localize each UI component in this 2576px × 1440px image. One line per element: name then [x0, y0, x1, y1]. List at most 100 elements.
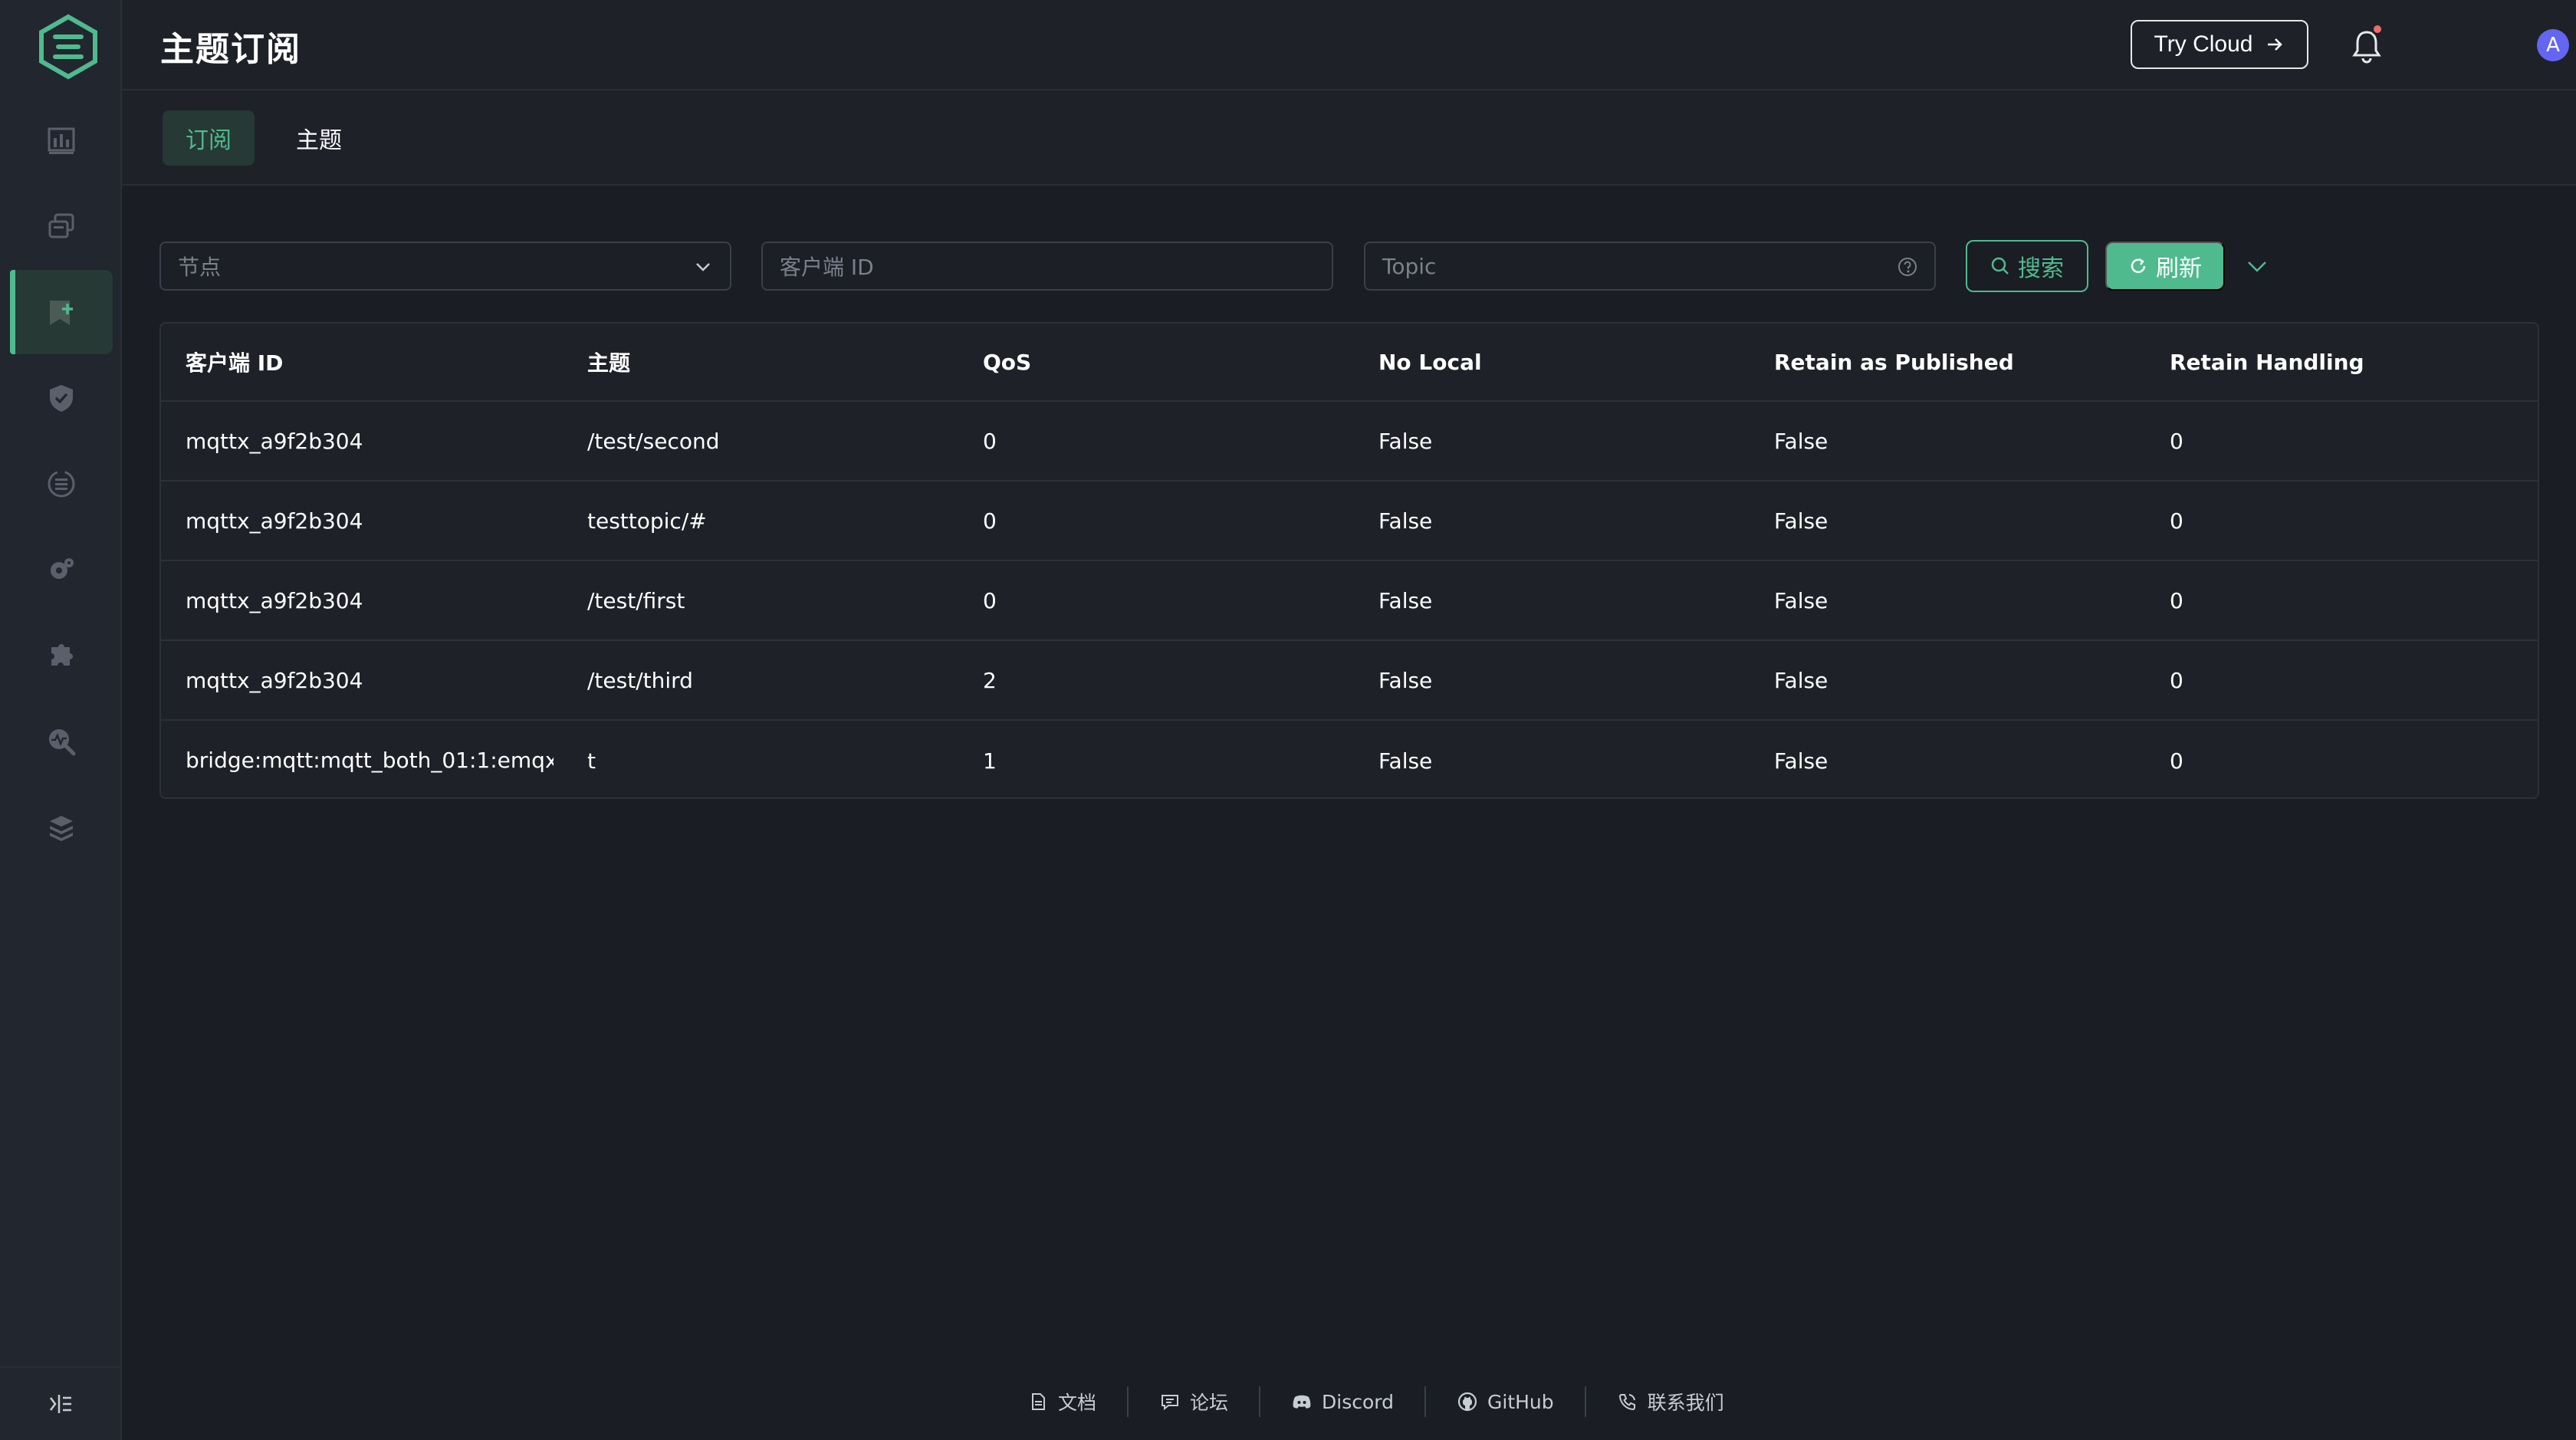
footer-links: 文档 论坛 Discord GitHub 联系我们 — [997, 1386, 1755, 1417]
connections-icon — [48, 213, 74, 238]
cell-client-id: mqttx_a9f2b304 — [186, 587, 363, 613]
refresh-button[interactable]: 刷新 — [2105, 242, 2225, 291]
chevron-down-icon — [696, 263, 710, 271]
integration-icon — [48, 470, 75, 498]
discord-icon — [1293, 1395, 1311, 1409]
top-header: 主题订阅 Try Cloud A admin — [122, 0, 2576, 90]
footer-link-forum[interactable]: 论坛 — [1129, 1388, 1259, 1415]
help-circle-icon[interactable] — [1896, 255, 1919, 278]
cell-retain-as-published: False — [1774, 587, 1829, 613]
cell-client-id: mqttx_a9f2b304 — [186, 508, 363, 534]
cell-qos: 0 — [983, 587, 997, 613]
page-title: 主题订阅 — [160, 30, 301, 69]
footer-contact-label: 联系我们 — [1647, 1392, 1724, 1414]
column-header-topic: 主题 — [587, 350, 631, 376]
node-select[interactable]: 节点 — [159, 242, 731, 291]
footer-link-contact[interactable]: 联系我们 — [1586, 1388, 1755, 1415]
cell-client-id-text: bridge:mqtt:mqtt_both_01:1:emqx... — [186, 748, 554, 773]
collapse-menu-icon — [49, 1395, 71, 1413]
sidebar — [0, 0, 122, 1440]
node-select-placeholder: 节点 — [178, 255, 222, 280]
cell-no-local: False — [1378, 748, 1433, 774]
arrow-right-icon — [2268, 38, 2283, 51]
emqx-logo-icon[interactable] — [35, 14, 101, 80]
table-row: mqttx_a9f2b304 /test/third 2 False False… — [161, 641, 2538, 721]
footer-link-discord[interactable]: Discord — [1260, 1391, 1424, 1413]
footer-forum-label: 论坛 — [1190, 1392, 1229, 1414]
footer-github-label: GitHub — [1487, 1390, 1554, 1413]
cell-retain-handling: 0 — [2170, 748, 2183, 774]
tab-subscriptions[interactable]: 订阅 — [163, 110, 255, 166]
sidebar-item-diagnose[interactable] — [10, 699, 113, 784]
extensions-icon — [51, 644, 73, 666]
cell-no-local: False — [1378, 428, 1433, 454]
sidebar-item-system[interactable] — [10, 785, 113, 870]
column-header-retain-as-published: Retain as Published — [1774, 349, 2014, 375]
cell-retain-as-published: False — [1774, 748, 1829, 774]
cell-topic: testtopic/# — [587, 508, 707, 534]
expand-filters-chevron-icon[interactable] — [2243, 253, 2271, 281]
column-header-no-local: No Local — [1378, 349, 1482, 375]
cell-qos: 0 — [983, 428, 997, 454]
cell-client-id: mqttx_a9f2b304 — [186, 667, 363, 693]
client-id-placeholder: 客户端 ID — [780, 255, 874, 280]
search-label: 搜索 — [2018, 256, 2064, 281]
search-button[interactable]: 搜索 — [1966, 240, 2088, 292]
github-icon — [1457, 1392, 1477, 1412]
footer-docs-label: 文档 — [1058, 1392, 1097, 1414]
avatar[interactable]: A — [2537, 29, 2569, 61]
cell-topic: t — [587, 748, 596, 774]
table-row: bridge:mqtt:mqtt_both_01:1:emqx... t 1 F… — [161, 721, 2538, 797]
sidebar-item-connections[interactable] — [10, 184, 113, 268]
footer-link-docs[interactable]: 文档 — [997, 1388, 1127, 1415]
cell-topic: /test/second — [587, 428, 720, 454]
sidebar-item-extensions[interactable] — [10, 613, 113, 698]
cell-client-id: mqttx_a9f2b304 — [186, 428, 363, 454]
subscriptions-table: 客户端 ID 主题 QoS No Local Retain as Publish… — [159, 322, 2539, 799]
document-icon — [1032, 1393, 1045, 1410]
footer-link-github[interactable]: GitHub — [1426, 1391, 1585, 1413]
sidebar-collapse-button[interactable] — [0, 1366, 120, 1440]
tabs-bar: 订阅 主题 — [122, 90, 2576, 186]
cell-no-local: False — [1378, 587, 1433, 613]
try-cloud-label: Try Cloud — [2154, 31, 2253, 57]
cell-retain-handling: 0 — [2170, 428, 2183, 454]
sidebar-item-access-control[interactable] — [10, 356, 113, 440]
cell-retain-as-published: False — [1774, 667, 1829, 693]
try-cloud-button[interactable]: Try Cloud — [2131, 20, 2308, 69]
column-header-qos: QoS — [983, 349, 1032, 375]
table-row: mqttx_a9f2b304 /test/first 0 False False… — [161, 561, 2538, 641]
column-header-client-id: 客户端 ID — [186, 350, 284, 376]
access-control-icon — [50, 385, 73, 412]
cell-qos: 0 — [983, 508, 997, 534]
table-row: mqttx_a9f2b304 /test/second 0 False Fals… — [161, 402, 2538, 482]
topic-placeholder: Topic — [1382, 253, 1437, 279]
sidebar-item-dashboard[interactable] — [10, 98, 113, 182]
table-row: mqttx_a9f2b304 testtopic/# 0 False False… — [161, 482, 2538, 561]
diagnose-icon — [49, 729, 76, 756]
cell-retain-handling: 0 — [2170, 587, 2183, 613]
topic-input[interactable]: Topic — [1364, 242, 1936, 291]
system-icon — [50, 816, 73, 841]
cell-topic: /test/first — [587, 587, 685, 613]
client-id-input[interactable]: 客户端 ID — [761, 242, 1333, 291]
sidebar-item-integration[interactable] — [10, 442, 113, 526]
tab-topics[interactable]: 主题 — [284, 110, 353, 166]
cell-qos: 2 — [983, 667, 997, 693]
cell-no-local: False — [1378, 667, 1433, 693]
sidebar-item-management[interactable] — [10, 528, 113, 612]
search-icon — [1991, 257, 2009, 275]
cell-qos: 1 — [983, 748, 997, 774]
cell-retain-as-published: False — [1774, 428, 1829, 454]
dashboard-icon — [48, 127, 75, 154]
refresh-icon — [2131, 258, 2146, 274]
refresh-label: 刷新 — [2156, 256, 2202, 281]
subscriptions-icon — [50, 301, 73, 325]
table-header-row: 客户端 ID 主题 QoS No Local Retain as Publish… — [161, 324, 2538, 402]
cell-no-local: False — [1378, 508, 1433, 534]
cell-retain-as-published: False — [1774, 508, 1829, 534]
notification-badge — [2371, 23, 2384, 35]
column-header-retain-handling: Retain Handling — [2170, 349, 2364, 375]
cell-retain-handling: 0 — [2170, 667, 2183, 693]
sidebar-item-subscriptions[interactable] — [10, 270, 113, 354]
